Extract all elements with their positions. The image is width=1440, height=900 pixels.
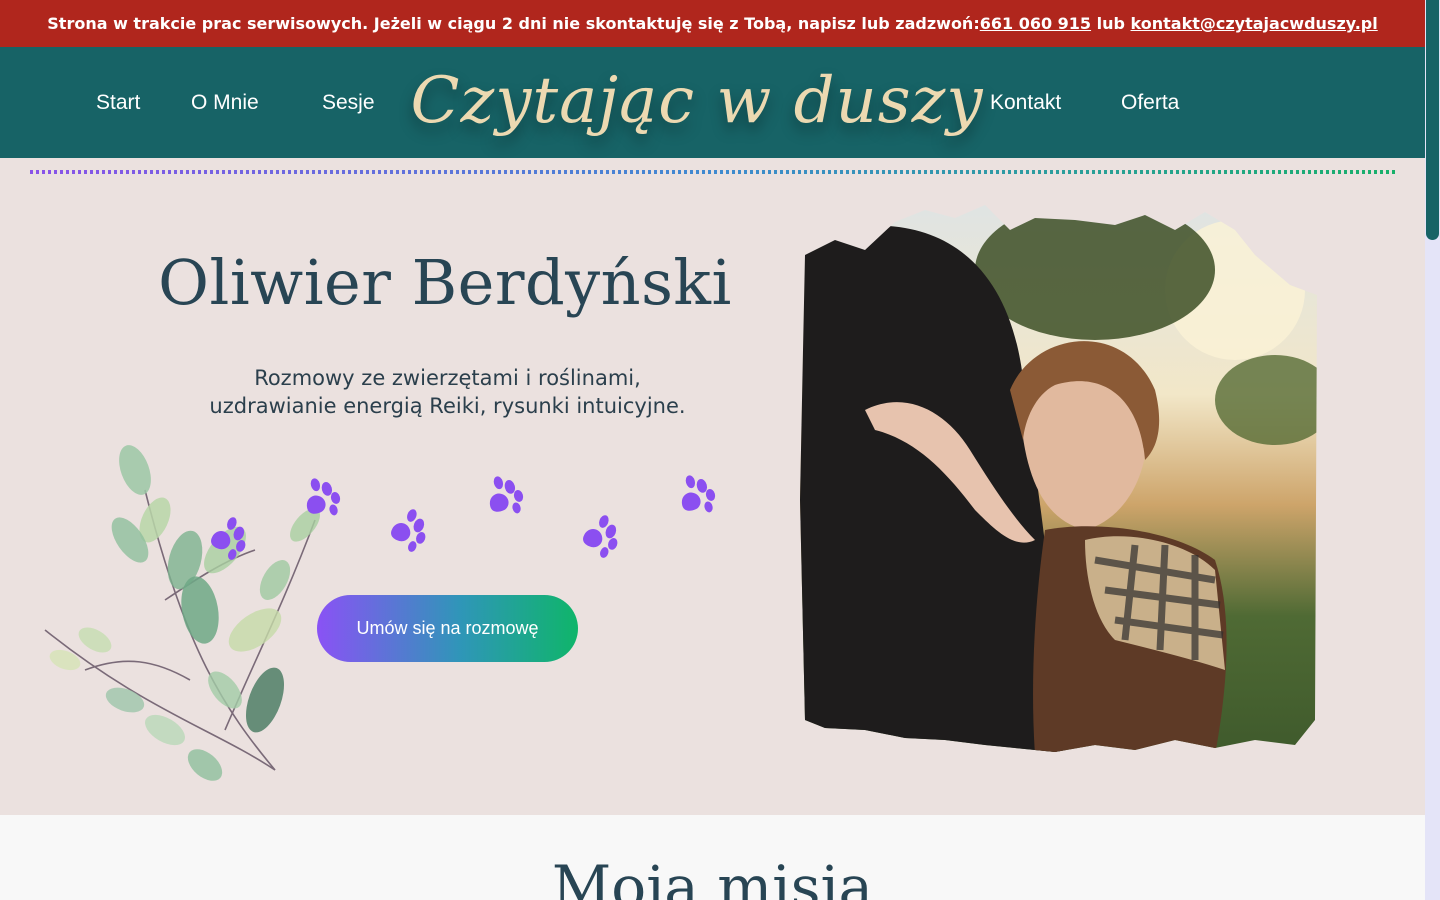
- banner-text: Strona w trakcie prac serwisowych. Jeżel…: [47, 14, 980, 33]
- mission-heading: Moja misja: [551, 853, 874, 900]
- site-header: Start O Mnie Sesje Czytając w duszy Kont…: [0, 47, 1425, 158]
- banner-text-middle: lub: [1091, 14, 1131, 33]
- hero-name-heading: Oliwier Berdyński: [158, 246, 732, 319]
- dotted-divider: [30, 170, 1395, 174]
- banner-phone-link[interactable]: 661 060 915: [980, 14, 1091, 33]
- mission-section: Moja misja: [0, 815, 1425, 900]
- book-conversation-button[interactable]: Umów się na rozmowę: [317, 595, 578, 662]
- nav-about-link[interactable]: O Mnie: [191, 47, 259, 158]
- paw-print-icon: [583, 515, 618, 558]
- hero-subtitle-line-1: Rozmowy ze zwierzętami i roślinami,: [254, 366, 641, 390]
- nav-offer-link[interactable]: Oferta: [1121, 47, 1179, 158]
- nav-sessions-link[interactable]: Sesje: [322, 47, 375, 158]
- paw-print-icon: [489, 476, 524, 514]
- hero-subtitle-line-2: uzdrawianie energią Reiki, rysunki intui…: [209, 394, 686, 418]
- nav-start-link[interactable]: Start: [96, 47, 140, 158]
- nav-contact-link[interactable]: Kontakt: [990, 47, 1061, 158]
- site-logo[interactable]: Czytając w duszy: [411, 51, 983, 151]
- watercolor-leaves-illustration: [44, 445, 320, 781]
- paw-print-icon: [681, 475, 716, 513]
- banner-email-link[interactable]: kontakt@czytajacwduszy.pl: [1131, 14, 1378, 33]
- hero-photo: [800, 205, 1317, 752]
- paw-print-icon: [306, 478, 341, 516]
- maintenance-banner: Strona w trakcie prac serwisowych. Jeżel…: [0, 0, 1425, 47]
- page-scrollbar-thumb[interactable]: [1426, 0, 1439, 240]
- paw-print-icon: [391, 509, 426, 552]
- paw-print-icon: [211, 517, 246, 560]
- hero-subtitle: Rozmowy ze zwierzętami i roślinami, uzdr…: [150, 364, 745, 420]
